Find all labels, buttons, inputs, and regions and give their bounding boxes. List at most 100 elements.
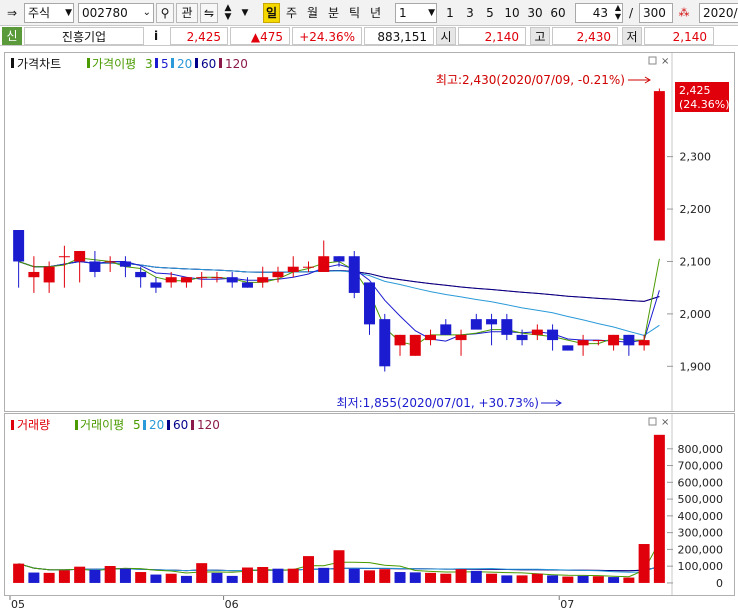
quick-unit-1[interactable]: 1 <box>442 3 458 23</box>
candle-body[interactable] <box>119 261 131 267</box>
volume-bar[interactable] <box>562 576 574 583</box>
volume-bar[interactable] <box>241 567 253 583</box>
candle-body[interactable] <box>409 334 421 356</box>
date-input[interactable]: 2020/0 <box>699 3 738 23</box>
volume-bar[interactable] <box>196 563 208 583</box>
volume-bar[interactable] <box>272 568 284 583</box>
candle-body[interactable] <box>211 277 223 279</box>
menu-arrow-icon[interactable]: ⇒ <box>2 3 22 23</box>
volume-bar[interactable] <box>28 572 40 583</box>
gwan-button[interactable]: 관 <box>176 3 198 23</box>
volume-bar[interactable] <box>302 556 314 583</box>
candle-body[interactable] <box>180 277 192 283</box>
volume-bar[interactable] <box>348 568 360 583</box>
candle-body[interactable] <box>150 282 162 288</box>
volume-bar[interactable] <box>608 577 620 583</box>
volume-bar[interactable] <box>425 572 437 583</box>
candle-body[interactable] <box>165 277 177 283</box>
candle-body[interactable] <box>348 256 360 293</box>
volume-bar[interactable] <box>653 434 665 583</box>
candle-body[interactable] <box>272 271 284 278</box>
candle-body[interactable] <box>562 345 574 351</box>
candle-body[interactable] <box>104 261 116 263</box>
info-button[interactable]: i <box>148 27 164 45</box>
volume-bar[interactable] <box>623 577 635 583</box>
candle-body[interactable] <box>440 324 452 335</box>
candle-body[interactable] <box>58 256 70 258</box>
volume-bar[interactable] <box>257 567 269 583</box>
search-button[interactable]: ⚲ <box>156 3 174 23</box>
candle-body[interactable] <box>608 334 620 346</box>
candle-body[interactable] <box>74 250 86 262</box>
panel-close-icon[interactable]: × <box>661 417 669 428</box>
volume-bar[interactable] <box>58 570 70 583</box>
candle-body[interactable] <box>531 329 543 335</box>
candle-body[interactable] <box>135 271 147 278</box>
quick-unit-3[interactable]: 3 <box>462 3 478 23</box>
candle-body[interactable] <box>89 261 101 272</box>
candle-body[interactable] <box>379 319 391 367</box>
volume-bar[interactable] <box>501 575 513 583</box>
volume-bar[interactable] <box>592 576 604 583</box>
period-day[interactable]: 일 <box>263 3 280 23</box>
candle-body[interactable] <box>577 340 589 346</box>
candle-body[interactable] <box>501 319 513 335</box>
candle-body[interactable] <box>394 334 406 346</box>
candle-body[interactable] <box>547 329 559 341</box>
link-button[interactable]: ⇋ <box>200 3 218 23</box>
volume-bar[interactable] <box>470 570 482 583</box>
candle-body[interactable] <box>653 91 665 241</box>
candle-body[interactable] <box>196 277 208 279</box>
candle-body[interactable] <box>470 319 482 330</box>
code-input[interactable]: 002780 ⌄ <box>78 3 154 23</box>
quick-unit-60[interactable]: 60 <box>548 3 568 23</box>
candle-body[interactable] <box>333 256 345 262</box>
candle-body[interactable] <box>257 277 269 283</box>
candle-body[interactable] <box>364 282 376 325</box>
volume-bar[interactable] <box>135 572 147 583</box>
volume-bar[interactable] <box>89 569 101 583</box>
quick-unit-5[interactable]: 5 <box>482 3 498 23</box>
volume-bar[interactable] <box>364 570 376 583</box>
candle-body[interactable] <box>302 266 314 268</box>
volume-chart-svg[interactable]: 0 100,000 200,000 300,000 400,000 500,000 600,… <box>5 414 734 595</box>
candle-body[interactable] <box>516 334 528 341</box>
volume-bar[interactable] <box>577 575 589 583</box>
period-month[interactable]: 월 <box>304 3 321 23</box>
panel-maximize-icon[interactable] <box>648 56 657 65</box>
volume-bar[interactable] <box>516 575 528 583</box>
candle-body[interactable] <box>13 230 25 262</box>
volume-bar[interactable] <box>104 565 116 583</box>
scroll-updown-button[interactable]: ▲ ▼ <box>220 3 236 23</box>
volume-bar[interactable] <box>531 573 543 583</box>
candle-body[interactable] <box>241 282 253 288</box>
volume-bar[interactable] <box>455 569 467 583</box>
candle-body[interactable] <box>425 334 437 341</box>
panel-maximize-icon[interactable] <box>648 417 657 426</box>
panel-close-icon[interactable]: × <box>661 56 669 67</box>
volume-bar[interactable] <box>379 569 391 583</box>
volume-bar[interactable] <box>43 572 55 583</box>
candle-body[interactable] <box>28 271 40 278</box>
candle-body[interactable] <box>623 334 635 346</box>
period-week[interactable]: 주 <box>283 3 300 23</box>
volume-bar[interactable] <box>409 572 421 583</box>
dropdown-arrow-icon[interactable]: ▼ <box>238 3 252 23</box>
volume-bar[interactable] <box>547 575 559 583</box>
count-stepper[interactable]: 43 ▲ ▼ <box>575 3 623 23</box>
volume-bar[interactable] <box>74 566 86 583</box>
volume-bar[interactable] <box>440 573 452 583</box>
candle-body[interactable] <box>226 277 238 283</box>
candle-body[interactable] <box>43 266 55 283</box>
quick-unit-10[interactable]: 10 <box>502 3 522 23</box>
market-select[interactable]: 주식 ▼ <box>24 3 74 23</box>
total-count-input[interactable]: 300 <box>639 3 673 23</box>
candle-body[interactable] <box>638 340 650 346</box>
volume-bar[interactable] <box>211 572 223 583</box>
volume-bar[interactable] <box>287 568 299 583</box>
candle-body[interactable] <box>455 334 467 341</box>
volume-bar[interactable] <box>638 544 650 583</box>
candle-body[interactable] <box>318 256 330 272</box>
period-minute[interactable]: 분 <box>325 3 342 23</box>
period-tick[interactable]: 틱 <box>346 3 363 23</box>
